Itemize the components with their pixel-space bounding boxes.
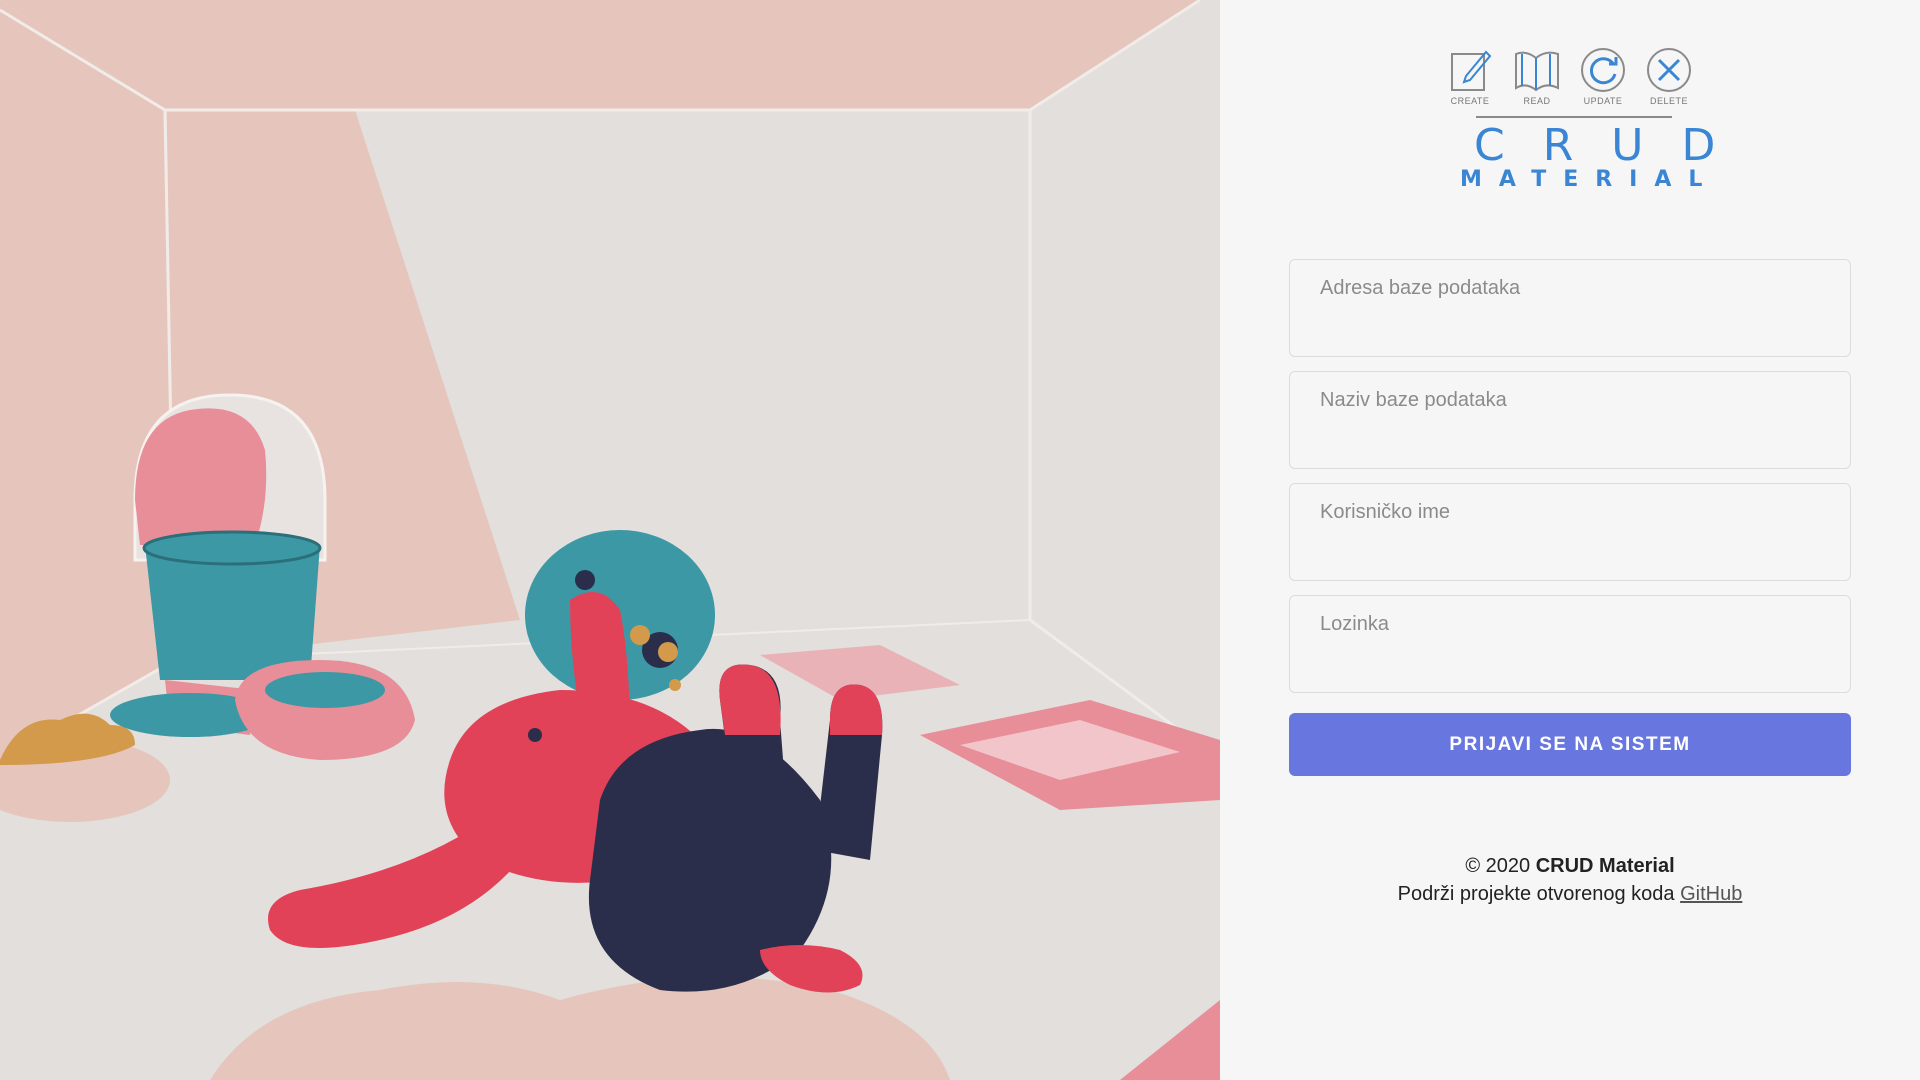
logo-divider: [1476, 116, 1672, 118]
support-line: Podrži projekte otvorenog koda GitHub: [1220, 880, 1920, 908]
logo-word-material: MATERIAL: [1460, 167, 1720, 192]
create-icon: CREATE: [1440, 46, 1500, 106]
db-name-input[interactable]: [1290, 372, 1850, 468]
update-icon-label: UPDATE: [1583, 96, 1623, 106]
delete-icon-label: DELETE: [1649, 96, 1688, 106]
read-icon-label: READ: [1523, 96, 1551, 106]
update-icon: UPDATE: [1573, 46, 1633, 106]
brand-name: CRUD Material: [1535, 855, 1675, 877]
login-button[interactable]: PRIJAVI SE NA SISTEM: [1289, 713, 1851, 776]
db-address-field: [1289, 259, 1851, 357]
crud-material-logo: CREATE READ UPDATE DELETE CRUD MATERIAL: [1440, 40, 1754, 200]
password-input[interactable]: [1290, 596, 1850, 692]
copyright-prefix: © 2020: [1465, 855, 1531, 877]
github-link[interactable]: GitHub: [1680, 883, 1742, 905]
logo-word-crud: CRUD: [1474, 120, 1754, 171]
login-page: CREATE READ UPDATE DELETE CRUD MATERIAL …: [0, 0, 1920, 1080]
db-address-input[interactable]: [1290, 260, 1850, 356]
login-form: PRIJAVI SE NA SISTEM: [1289, 259, 1851, 776]
copyright-line: © 2020 CRUD Material: [1220, 852, 1920, 880]
hero-illustration: [0, 0, 1220, 1080]
footer: © 2020 CRUD Material Podrži projekte otv…: [1220, 852, 1920, 908]
support-text: Podrži projekte otvorenog koda: [1397, 883, 1675, 905]
logo-icons: CREATE READ UPDATE DELETE: [1440, 40, 1700, 110]
dog-room-illustration: [0, 0, 1220, 1080]
read-icon: READ: [1507, 46, 1567, 106]
db-name-field: [1289, 371, 1851, 469]
password-field: [1289, 595, 1851, 693]
delete-icon: DELETE: [1639, 46, 1699, 106]
username-input[interactable]: [1290, 484, 1850, 580]
login-panel: CREATE READ UPDATE DELETE CRUD MATERIAL …: [1220, 0, 1920, 1080]
create-icon-label: CREATE: [1450, 96, 1490, 106]
username-field: [1289, 483, 1851, 581]
